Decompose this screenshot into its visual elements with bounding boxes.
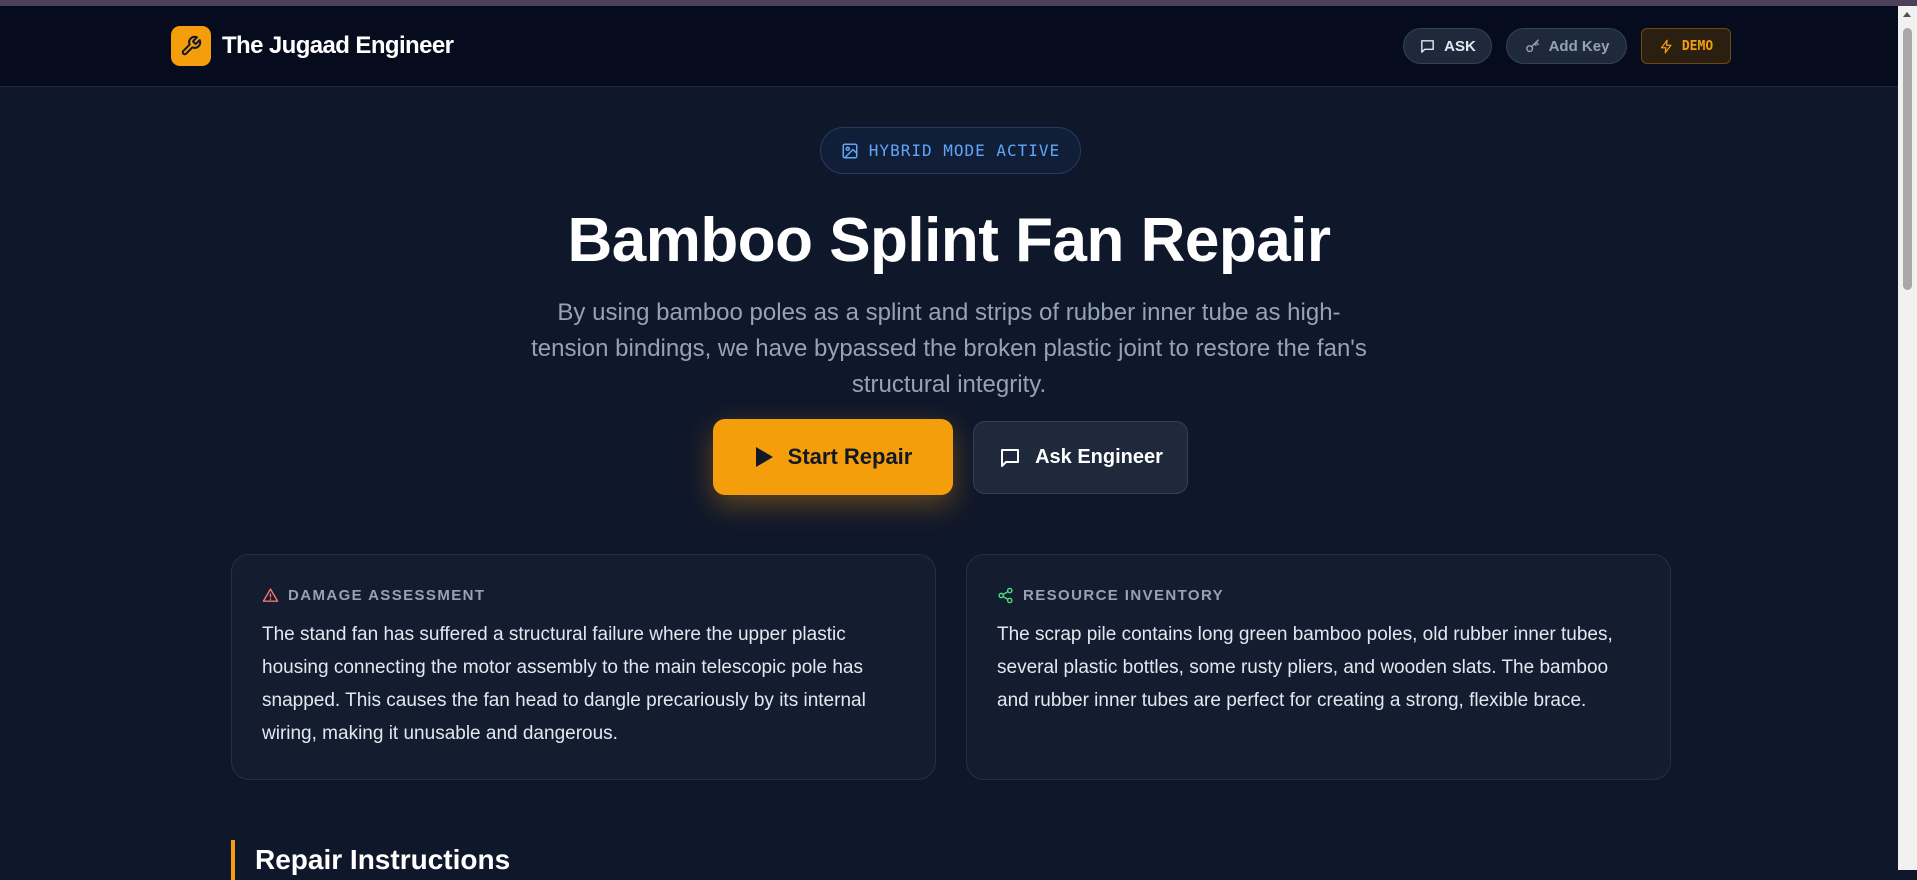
share-nodes-icon [997, 587, 1014, 604]
badge-label: HYBRID MODE ACTIVE [868, 141, 1061, 160]
repair-instructions-heading: Repair Instructions [231, 840, 510, 880]
page-scrollbar[interactable] [1898, 6, 1917, 870]
warning-triangle-icon [262, 587, 279, 604]
card-body: The stand fan has suffered a structural … [262, 624, 866, 744]
start-repair-label: Start Repair [787, 444, 913, 469]
hybrid-mode-badge: HYBRID MODE ACTIVE [820, 127, 1081, 174]
ask-engineer-button[interactable]: Ask Engineer [973, 421, 1188, 494]
ask-engineer-label: Ask Engineer [1035, 446, 1163, 468]
ask-button[interactable]: ASK [1403, 28, 1492, 64]
resource-inventory-card: RESOURCE INVENTORY The scrap pile contai… [966, 554, 1671, 780]
scrollbar-thumb[interactable] [1903, 28, 1912, 290]
card-title: RESOURCE INVENTORY [1023, 587, 1225, 604]
add-key-button-label: Add Key [1548, 37, 1610, 55]
start-repair-button[interactable]: Start Repair [713, 419, 953, 495]
key-icon [1524, 38, 1541, 55]
card-title: DAMAGE ASSESSMENT [288, 587, 486, 604]
add-key-button[interactable]: Add Key [1506, 28, 1627, 64]
play-icon [754, 446, 774, 468]
damage-assessment-card: DAMAGE ASSESSMENT The stand fan has suff… [231, 554, 936, 780]
top-navbar: The Jugaad Engineer ASK Add Key DEMO [0, 6, 1898, 87]
card-body: The scrap pile contains long green bambo… [997, 624, 1613, 711]
chat-bubble-icon [998, 446, 1022, 470]
scroll-up-arrow-icon[interactable] [1903, 12, 1911, 17]
image-icon [841, 142, 859, 160]
demo-button-label: DEMO [1681, 38, 1714, 54]
brand[interactable]: The Jugaad Engineer [171, 26, 454, 66]
wrench-icon [171, 26, 211, 66]
page-subtitle: By using bamboo poles as a splint and st… [531, 299, 1367, 398]
demo-button[interactable]: DEMO [1641, 28, 1731, 64]
ask-button-label: ASK [1444, 37, 1476, 55]
brand-name: The Jugaad Engineer [222, 32, 454, 59]
chat-bubble-icon [1419, 38, 1436, 55]
lightning-icon [1659, 39, 1674, 54]
page-title: Bamboo Splint Fan Repair [567, 206, 1331, 275]
